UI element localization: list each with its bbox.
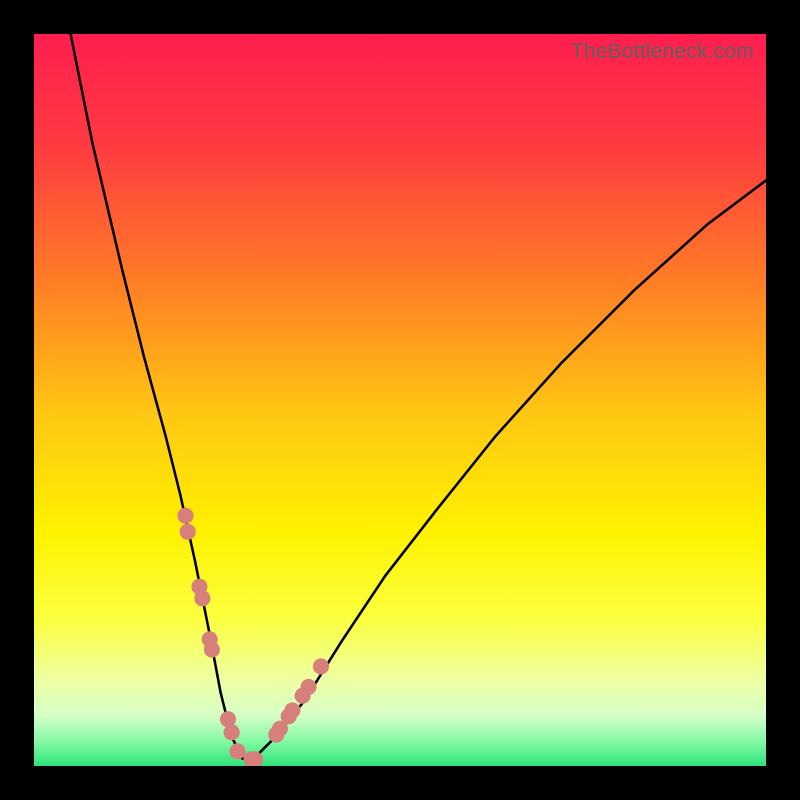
sample-point [284,702,300,718]
sample-point [300,679,316,695]
plot-area: TheBottleneck.com [34,34,766,766]
bottleneck-curve [71,34,766,759]
sample-points [177,508,329,766]
sample-point [180,524,196,540]
sample-point [204,642,220,658]
sample-point [194,590,210,606]
sample-point [224,724,240,740]
sample-point [177,508,193,524]
sample-point [313,658,329,674]
curve-layer [34,34,766,766]
outer-frame: TheBottleneck.com [0,0,800,800]
watermark-text: TheBottleneck.com [571,40,754,64]
sample-point [229,743,245,759]
